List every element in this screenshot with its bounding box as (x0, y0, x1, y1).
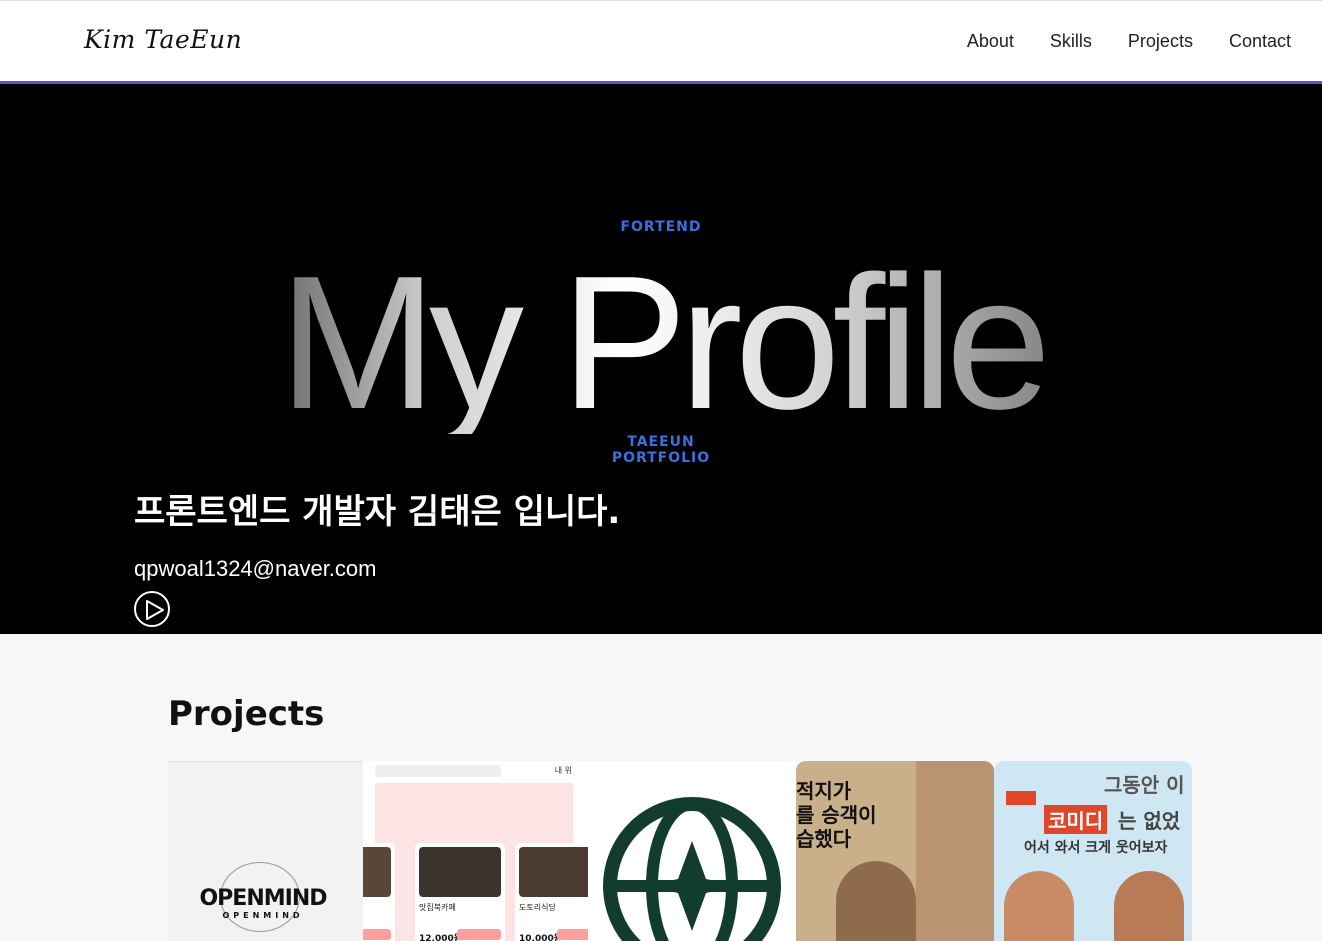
logo[interactable]: Kim TaeEun (84, 25, 242, 54)
poster-line: 어서 와서 크게 웃어보자 (1024, 840, 1168, 856)
projects-title: Projects (168, 694, 325, 734)
item-price: 12,000원 (419, 934, 463, 941)
hero-sub-label-2: PORTFOLIO (611, 450, 711, 466)
item-name: 맛집북카페 (419, 903, 456, 912)
hero-email[interactable]: qpwoal1324@naver.com (134, 556, 376, 582)
item-badge (363, 929, 391, 940)
item-price: 10,000원 (519, 934, 563, 941)
hero-sub-label-1: TAEEUN (627, 434, 695, 450)
play-circle-icon[interactable] (134, 591, 170, 627)
item-image (419, 847, 501, 897)
cafe-panel: 맛집북카페 12,000원 도토리식당 10,000원 (363, 783, 588, 941)
list-item (363, 843, 395, 941)
project-cards: OPENMIND OPENMIND 내 위 맛집북카페 12,000원 도토리식… (168, 761, 1204, 941)
nav-link-skills[interactable]: Skills (1050, 31, 1092, 52)
arrow-icon (1006, 791, 1036, 805)
poster-line: 는 없었 (1118, 809, 1181, 833)
openmind-word: OPENMIND (199, 886, 327, 911)
list-item: 도토리식당 10,000원 (515, 843, 588, 941)
project-card-openmind[interactable]: OPENMIND OPENMIND (168, 761, 363, 941)
poster-highlight: 코미디 (1044, 805, 1108, 834)
poster-figure (916, 761, 994, 941)
search-bar (375, 765, 501, 777)
nav-link-projects[interactable]: Projects (1128, 31, 1193, 52)
project-card-cafe[interactable]: 내 위 맛집북카페 12,000원 도토리식당 10,000원 (363, 761, 588, 941)
nav-link-contact[interactable]: Contact (1229, 31, 1291, 52)
item-badge (557, 929, 588, 940)
item-badge (457, 929, 501, 940)
poster-line: 그동안 이 (1104, 773, 1185, 797)
list-item: 맛집북카페 12,000원 (415, 843, 505, 941)
hero-headline: 프론트엔드 개발자 김태은 입니다. (134, 492, 621, 532)
nav-link-about[interactable]: About (967, 31, 1014, 52)
poster-figure (1004, 871, 1074, 941)
hero-title-graphic: My Profile (279, 237, 1052, 434)
item-name: 도토리식당 (519, 903, 556, 912)
hero-title-text: My Profile (279, 237, 1044, 434)
nav-menu: About Skills Projects Contact (967, 31, 1291, 52)
openmind-small: OPENMIND (222, 911, 304, 920)
poster-figure (836, 861, 916, 941)
hero-sub-label: TAEEUN PORTFOLIO (0, 434, 1322, 466)
item-image (519, 847, 588, 897)
project-card-movie-1[interactable]: 적지가 를 승객이 습했다 (796, 761, 994, 941)
project-card-globe[interactable] (588, 761, 796, 941)
poster-figure (1114, 871, 1184, 941)
globe-logo-icon (603, 797, 781, 941)
hero-section: FORTEND My Profile TAEEUN PORTFOLIO 프론트엔… (0, 84, 1322, 634)
item-image (363, 847, 391, 897)
navbar: Kim TaeEun About Skills Projects Contact (0, 0, 1322, 84)
corner-label: 내 위 (554, 766, 572, 775)
hero-title: My Profile (0, 224, 1322, 434)
poster-line: 습했다 (796, 827, 852, 851)
project-card-movie-2[interactable]: 그동안 이 코미디 는 없었 어서 와서 크게 웃어보자 (994, 761, 1192, 941)
